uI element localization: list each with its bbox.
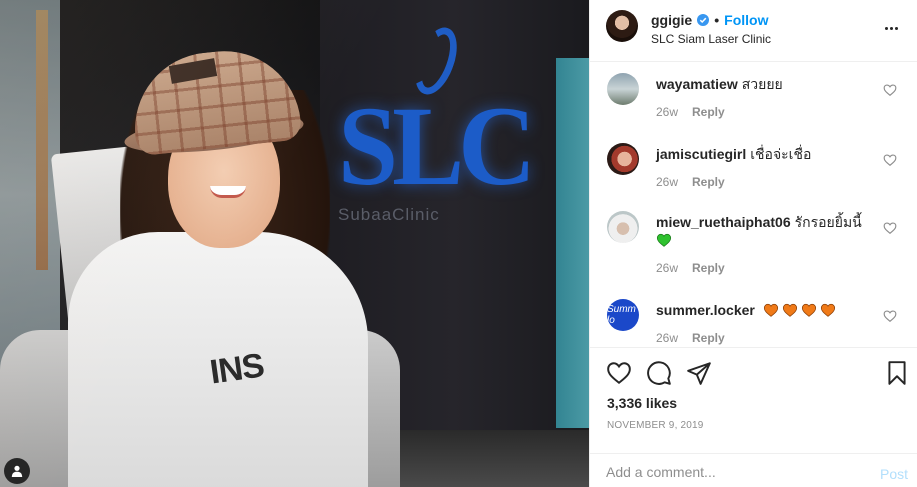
like-comment-heart-icon[interactable]: [883, 83, 897, 97]
commenter-avatar[interactable]: Summ lo: [607, 299, 639, 331]
post-actions: 3,336 likes NOVEMBER 9, 2019 Post: [590, 347, 917, 487]
comment-body: เชื่อจ่ะเชื่อ: [750, 146, 812, 162]
photo-shirt-print: INS: [207, 346, 267, 392]
orange-heart-icon: [782, 303, 797, 317]
post-location[interactable]: SLC Siam Laser Clinic: [651, 32, 771, 46]
orange-heart-icon: [820, 303, 835, 317]
comment-body: สวยยย: [741, 76, 783, 92]
commenter-avatar[interactable]: [607, 143, 639, 175]
comment-text: miew_ruethaiphat06 รักรอยยิ้มนี้: [656, 213, 876, 249]
photo-sign-text: SLC: [338, 84, 536, 209]
save-bookmark-icon[interactable]: [884, 360, 910, 386]
user-icon: [11, 465, 23, 477]
photo-floor: [400, 430, 589, 487]
author-username[interactable]: ggigie: [651, 12, 692, 28]
comment-time[interactable]: 26w: [656, 175, 678, 189]
orange-heart-icon: [801, 303, 816, 317]
commenter-avatar[interactable]: [607, 73, 639, 105]
orange-heart-icon: [763, 303, 778, 317]
comment-text: jamiscutiegirl เชื่อจ่ะเชื่อ: [656, 145, 876, 163]
add-comment-bar: Post: [590, 453, 917, 487]
like-comment-heart-icon[interactable]: [883, 309, 897, 323]
comment-meta: 26w Reply: [656, 261, 725, 275]
comment-bubble-icon[interactable]: [646, 360, 672, 386]
more-dot-icon: [894, 26, 898, 30]
comment-text: wayamatiew สวยยย: [656, 75, 876, 93]
post-comment-button[interactable]: Post: [880, 466, 908, 482]
tagged-user-button[interactable]: [4, 458, 30, 484]
post-side-panel: ggigie • Follow SLC Siam Laser Clinic wa…: [589, 0, 917, 487]
comment-meta: 26w Reply: [656, 175, 725, 189]
reply-button[interactable]: Reply: [692, 331, 725, 345]
post-date[interactable]: NOVEMBER 9, 2019: [607, 420, 704, 431]
comment-meta: 26w Reply: [656, 105, 725, 119]
comment-time[interactable]: 26w: [656, 105, 678, 119]
like-comment-heart-icon[interactable]: [883, 221, 897, 235]
comment-username[interactable]: jamiscutiegirl: [656, 146, 746, 162]
reply-button[interactable]: Reply: [692, 261, 725, 275]
share-send-icon[interactable]: [686, 360, 712, 386]
header-separator: •: [714, 12, 720, 28]
comment-meta: 26w Reply: [656, 331, 725, 345]
post-header: ggigie • Follow SLC Siam Laser Clinic: [590, 0, 917, 62]
more-dot-icon: [884, 26, 888, 30]
reply-button[interactable]: Reply: [692, 105, 725, 119]
follow-button[interactable]: Follow: [724, 12, 768, 28]
more-options-button[interactable]: [879, 16, 903, 40]
comment-time[interactable]: 26w: [656, 331, 678, 345]
comment-input[interactable]: [606, 464, 856, 480]
commenter-avatar[interactable]: [607, 211, 639, 243]
photo-hat: [127, 43, 303, 157]
comment-body: รักรอยยิ้มนี้: [794, 214, 862, 230]
comment-text: summer.locker: [656, 301, 876, 319]
author-line: ggigie • Follow: [651, 12, 768, 28]
post-photo[interactable]: SLC SubaaClinic INS: [0, 0, 589, 487]
comment-time[interactable]: 26w: [656, 261, 678, 275]
comment-username[interactable]: summer.locker: [656, 302, 755, 318]
photo-cyan-panel: [556, 58, 589, 428]
photo-sign-subtext: SubaaClinic: [338, 205, 440, 224]
comment-username[interactable]: miew_ruethaiphat06: [656, 214, 791, 230]
like-heart-icon[interactable]: [606, 360, 632, 386]
verified-badge-icon: [697, 14, 710, 26]
comment-list[interactable]: wayamatiew สวยยย 26w Reply jamiscutiegirl เ…: [590, 63, 917, 346]
like-comment-heart-icon[interactable]: [883, 153, 897, 167]
reply-button[interactable]: Reply: [692, 175, 725, 189]
comment-username[interactable]: wayamatiew: [656, 76, 738, 92]
likes-count[interactable]: 3,336 likes: [607, 395, 677, 411]
more-dot-icon: [889, 26, 893, 30]
author-avatar[interactable]: [606, 10, 638, 42]
green-heart-icon: [656, 233, 672, 247]
